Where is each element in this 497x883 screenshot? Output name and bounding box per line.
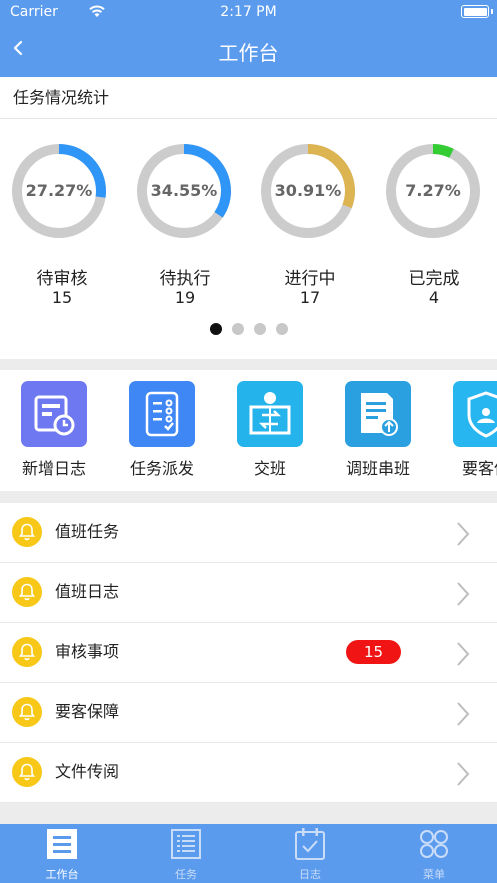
list-item-duty-log[interactable]: 值班日志	[0, 563, 497, 623]
shortcut-new-log[interactable]: 新增日志	[4, 381, 104, 479]
chevron-right-icon	[457, 522, 470, 546]
chevron-right-icon	[457, 702, 470, 726]
donut-completed[interactable]: 7.27%	[385, 143, 481, 239]
task-list-icon	[171, 829, 201, 859]
donut-percent: 27.27%	[25, 181, 93, 200]
page-dot[interactable]	[253, 323, 266, 335]
chevron-right-icon	[457, 642, 470, 666]
bell-icon	[12, 517, 42, 547]
vip-shield-icon	[453, 381, 497, 447]
stat-label: 进行中	[284, 269, 336, 289]
tab-label: 工作台	[45, 868, 79, 881]
donut-percent: 30.91%	[274, 181, 342, 200]
menu-grid-icon	[420, 830, 448, 858]
list-item-label: 文件传阅	[55, 762, 120, 781]
page-dot[interactable]	[231, 323, 244, 335]
nav-bar: 工作台	[0, 24, 497, 77]
shortcut-label: 调班串班	[345, 459, 410, 478]
list-item-label: 审核事项	[55, 642, 120, 661]
tab-label: 日志	[299, 868, 321, 881]
stat-count: 15	[51, 288, 73, 307]
battery-icon	[461, 5, 493, 18]
chevron-right-icon	[457, 582, 470, 606]
shortcut-handover[interactable]: 交班	[220, 381, 320, 479]
donut-pending-exec[interactable]: 34.55%	[136, 143, 232, 239]
tab-label: 菜单	[423, 868, 445, 881]
tab-label: 任务	[175, 868, 197, 881]
clock: 2:17 PM	[220, 4, 277, 20]
page-indicator[interactable]	[0, 320, 497, 339]
shortcut-bar: 新增日志 任务派发 交班 调班串班 要客	[0, 370, 497, 491]
tab-workbench[interactable]: 工作台	[0, 824, 124, 883]
stat-label: 已完成	[408, 269, 460, 289]
menu-list: 值班任务 值班日志 审核事项 15 要客保障 文件传阅	[0, 503, 497, 803]
shortcut-shift-swap[interactable]: 调班串班	[328, 381, 428, 479]
bell-icon	[12, 697, 42, 727]
list-item-label: 要客保障	[55, 702, 120, 721]
shift-swap-icon	[345, 381, 411, 447]
shortcut-label: 要客保	[461, 459, 497, 478]
donut-in-progress[interactable]: 30.91%	[260, 143, 356, 239]
tab-tasks[interactable]: 任务	[124, 824, 248, 883]
list-item-label: 值班日志	[55, 582, 120, 601]
list-item-review[interactable]: 审核事项 15	[0, 623, 497, 683]
stat-count: 4	[428, 288, 440, 307]
count-badge: 15	[346, 640, 401, 664]
list-item-duty-task[interactable]: 值班任务	[0, 503, 497, 563]
tab-log[interactable]: 日志	[248, 824, 372, 883]
shortcut-label: 交班	[253, 459, 286, 478]
stat-label: 待审核	[36, 269, 88, 289]
list-item-file-circulation[interactable]: 文件传阅	[0, 743, 497, 803]
donut-percent: 7.27%	[405, 181, 461, 200]
calendar-check-icon	[295, 828, 325, 860]
list-item-label: 值班任务	[55, 522, 120, 541]
page-dot[interactable]	[275, 323, 288, 335]
log-add-icon	[21, 381, 87, 447]
page-dot[interactable]	[209, 323, 222, 335]
stat-count: 19	[174, 288, 196, 307]
handover-icon	[237, 381, 303, 447]
page-title: 工作台	[218, 41, 279, 65]
shortcut-label: 任务派发	[129, 459, 194, 478]
status-bar: Carrier 2:17 PM	[0, 0, 497, 24]
workbench-icon	[47, 829, 77, 859]
bell-icon	[12, 757, 42, 787]
task-dispatch-icon	[129, 381, 195, 447]
stats-heading: 任务情况统计	[0, 77, 497, 119]
stat-label: 待执行	[159, 269, 211, 289]
bell-icon	[12, 577, 42, 607]
task-stats-card: 任务情况统计 27.27% 34.55% 30.91% 7.27% 待审核 待执…	[0, 77, 497, 359]
shortcut-vip[interactable]: 要客保	[436, 381, 497, 479]
bell-icon	[12, 637, 42, 667]
tab-menu[interactable]: 菜单	[372, 824, 496, 883]
donut-pending-review[interactable]: 27.27%	[11, 143, 107, 239]
donut-percent: 34.55%	[150, 181, 218, 200]
stat-count: 17	[299, 288, 321, 307]
shortcut-label: 新增日志	[21, 459, 86, 478]
list-item-vip-support[interactable]: 要客保障	[0, 683, 497, 743]
shortcut-task-dispatch[interactable]: 任务派发	[112, 381, 212, 479]
chevron-right-icon	[457, 762, 470, 786]
tab-bar: 工作台 任务 日志 菜单	[0, 824, 497, 883]
